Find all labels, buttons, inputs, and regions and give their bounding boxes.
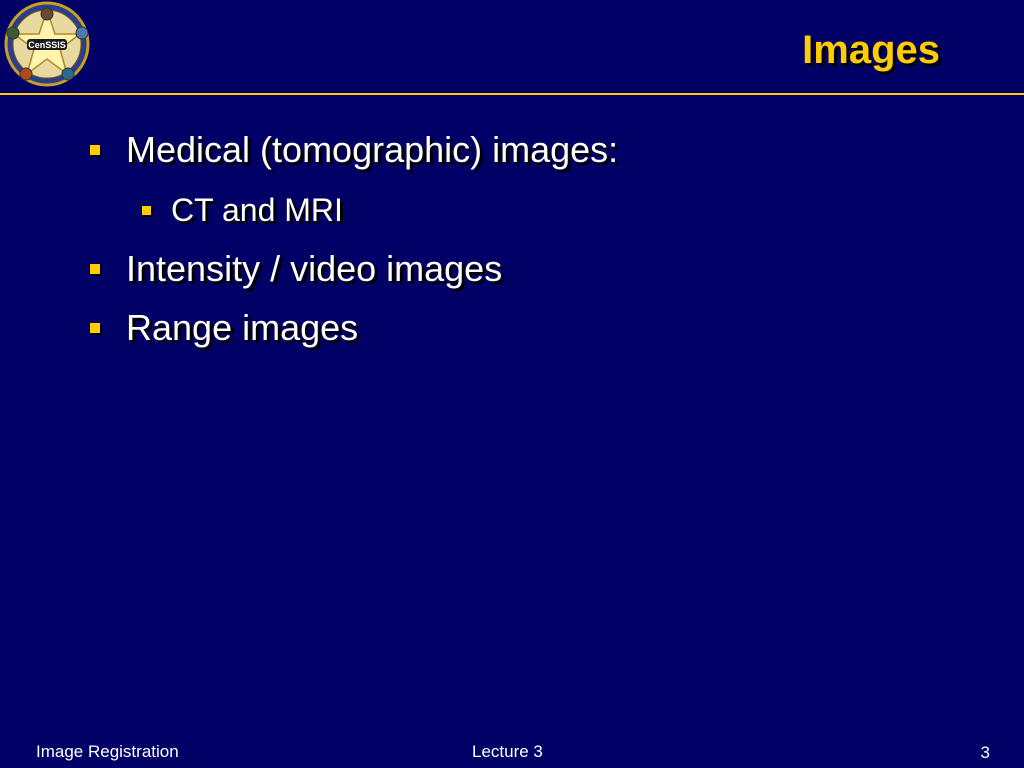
slide: CenSSIS Images Medical (tomographic) ima…: [0, 0, 1024, 768]
bullet-text: Medical (tomographic) images:: [126, 129, 619, 170]
sub-bullet-text: CT and MRI: [171, 191, 343, 228]
bullet-item: Range images: [90, 306, 358, 350]
square-bullet-icon: [90, 145, 100, 155]
censsis-logo: CenSSIS: [4, 1, 90, 87]
page-number: 3: [980, 743, 990, 762]
bullet-item: Intensity / video images: [90, 247, 502, 291]
title-underline: [0, 93, 1024, 95]
square-bullet-icon: [90, 323, 100, 333]
square-bullet-icon: [90, 264, 100, 274]
footer-course-title: Image Registration: [36, 742, 179, 761]
bullet-text: Range images: [126, 307, 359, 348]
bullet-item: Medical (tomographic) images:: [90, 128, 618, 172]
slide-title: Images: [802, 28, 940, 72]
sub-bullet-item: CT and MRI: [142, 190, 343, 230]
bullet-text: Intensity / video images: [126, 248, 503, 289]
footer-lecture: Lecture 3: [472, 742, 543, 761]
svg-text:CenSSIS: CenSSIS: [28, 40, 66, 50]
square-bullet-icon: [142, 205, 151, 215]
